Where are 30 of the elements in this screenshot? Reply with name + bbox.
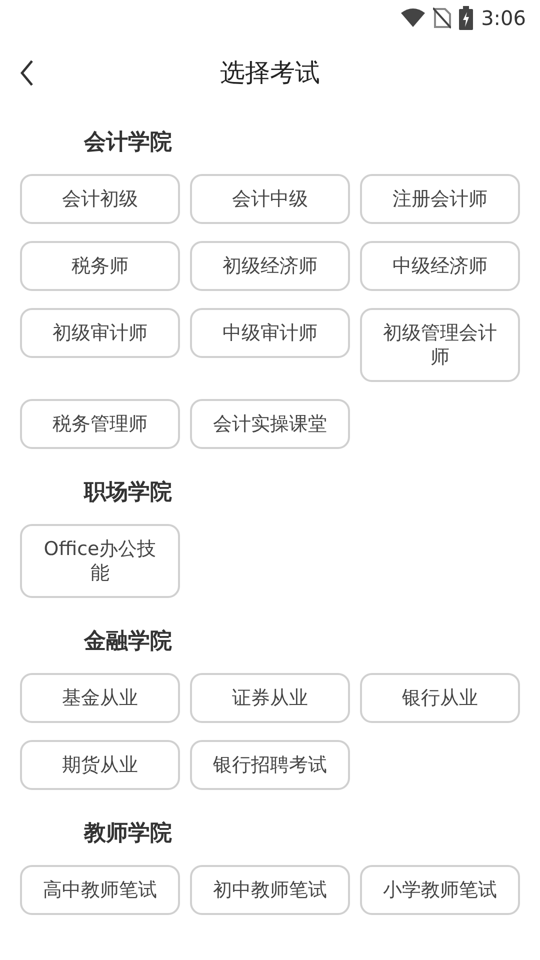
no-sim-icon — [433, 7, 452, 29]
exam-option[interactable]: 注册会计师 — [360, 174, 520, 224]
exam-option[interactable]: 初级审计师 — [20, 308, 180, 358]
exam-option[interactable]: 初中教师笔试 — [190, 865, 350, 915]
battery-charging-icon — [459, 6, 474, 30]
section-heading: 金融学院 — [84, 628, 172, 656]
section-heading: 会计学院 — [84, 128, 172, 156]
exam-option[interactable]: 税务师 — [20, 241, 180, 291]
exam-option[interactable]: 会计初级 — [20, 174, 180, 224]
exam-option[interactable]: Office办公技能 — [20, 524, 180, 598]
exam-option[interactable]: 初级管理会计师 — [360, 308, 520, 382]
exam-option[interactable]: 基金从业 — [20, 673, 180, 723]
exam-option[interactable]: 高中教师笔试 — [20, 865, 180, 915]
exam-option[interactable]: 证券从业 — [190, 673, 350, 723]
exam-option[interactable]: 中级经济师 — [360, 241, 520, 291]
exam-option[interactable]: 中级审计师 — [190, 308, 350, 358]
back-chevron-icon — [20, 59, 34, 87]
exam-option[interactable]: 小学教师笔试 — [360, 865, 520, 915]
section-heading: 教师学院 — [84, 820, 172, 848]
exam-option[interactable]: 税务管理师 — [20, 399, 180, 449]
exam-option[interactable]: 银行从业 — [360, 673, 520, 723]
exam-option[interactable]: 会计中级 — [190, 174, 350, 224]
page-title: 选择考试 — [220, 57, 320, 90]
exam-option[interactable]: 初级经济师 — [190, 241, 350, 291]
exam-option[interactable]: 期货从业 — [20, 740, 180, 790]
status-time: 3:06 — [481, 5, 526, 32]
exam-option[interactable]: 银行招聘考试 — [190, 740, 350, 790]
section-heading: 职场学院 — [84, 478, 172, 506]
wifi-icon — [401, 8, 426, 28]
exam-option[interactable]: 会计实操课堂 — [190, 399, 350, 449]
